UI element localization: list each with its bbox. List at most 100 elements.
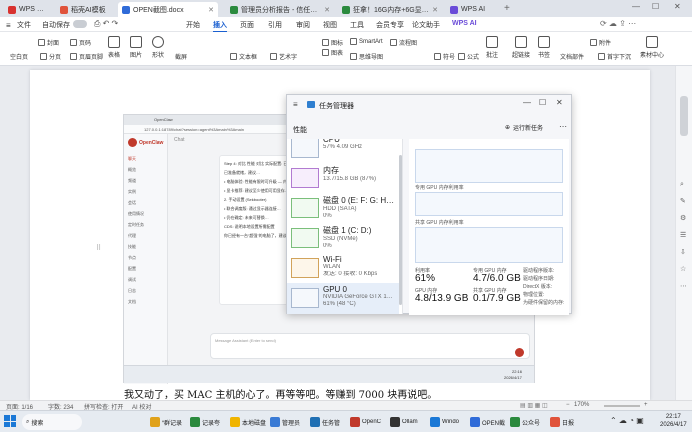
tab-16g-ram[interactable]: 狂拿！16G内存+6G显卡，Win11... ✕ xyxy=(338,2,442,17)
smartart-button[interactable]: SmartArt xyxy=(350,38,383,45)
menu-references[interactable]: 引用 xyxy=(268,20,282,30)
taskbar-app[interactable]: 记录夸 xyxy=(190,414,220,430)
shape-button[interactable]: 形状 xyxy=(152,36,164,59)
taskbar-app[interactable]: 日报 xyxy=(550,414,574,430)
tm-menu-icon[interactable]: ≡ xyxy=(293,100,298,109)
tm-list-scrollbar[interactable] xyxy=(399,155,402,305)
page-number-button[interactable]: 页码 xyxy=(70,38,91,47)
openclaw-nav-item[interactable]: 文档 xyxy=(128,299,136,305)
openclaw-nav-item[interactable]: 聊天 xyxy=(128,156,136,162)
page-break-button[interactable]: 分页 xyxy=(40,52,61,61)
zoom-slider[interactable] xyxy=(604,405,640,407)
tm-item-wifi[interactable]: Wi-Fi WLAN 发送: 0 接收: 0 Kbps xyxy=(287,253,399,285)
taskbar-app[interactable]: OpenC xyxy=(350,414,381,430)
flowchart-button[interactable]: 流程图 xyxy=(390,38,417,47)
close-tab-icon[interactable]: ✕ xyxy=(324,6,330,14)
hamburger-icon[interactable]: ≡ xyxy=(6,21,11,30)
tab-wps-ai[interactable]: WPS AI xyxy=(446,2,498,17)
tm-minimize-icon[interactable]: — xyxy=(523,98,531,107)
menu-member[interactable]: 会员专享 xyxy=(376,20,404,30)
close-window-icon[interactable]: ✕ xyxy=(674,2,681,11)
menu-insert[interactable]: 插入 xyxy=(213,20,227,33)
openclaw-nav-item[interactable]: 定时任务 xyxy=(128,222,144,228)
taskbar-search[interactable]: ⌕ 搜索 xyxy=(22,414,82,430)
taskbar-clock[interactable]: 22:17 2026/4/17 xyxy=(660,413,687,429)
symbol-button[interactable]: 符号 xyxy=(434,52,455,61)
menu-paper-assistant[interactable]: 论文助手 xyxy=(412,20,440,30)
taskbar-app[interactable]: 管理员 xyxy=(270,414,300,430)
openclaw-nav-item[interactable]: 代理 xyxy=(128,233,136,239)
tm-item-磁盘[interactable]: 磁盘 1 (C: D:) SSD (NVMe) 0% xyxy=(287,223,399,255)
quick-access-icons[interactable]: ⎙ ↶ ↷ xyxy=(94,19,118,29)
taskbar-app[interactable]: 本地磁盘 xyxy=(230,414,266,430)
document-parts-button[interactable]: 文档部件 xyxy=(560,52,584,61)
material-center-button[interactable]: 素材中心 xyxy=(640,36,664,59)
menu-wps-ai[interactable]: WPS AI xyxy=(452,20,477,27)
taskbar-app[interactable]: “群记录 xyxy=(150,414,182,430)
bookmark-button[interactable]: 书签 xyxy=(538,36,550,59)
vertical-scrollbar-thumb[interactable] xyxy=(680,96,688,136)
view-mode-icons[interactable]: ▤ ▥ ▦ ◫ xyxy=(520,402,548,409)
comment-button[interactable]: 批注 xyxy=(486,36,498,59)
openclaw-nav-item[interactable]: 调试 xyxy=(128,277,136,283)
openclaw-nav-item[interactable]: 频道 xyxy=(128,178,136,184)
openclaw-nav-item[interactable]: 配置 xyxy=(128,266,136,272)
openclaw-nav-item[interactable]: 节点 xyxy=(128,255,136,261)
drag-handle-icon[interactable]: ⠿ xyxy=(96,244,101,252)
tm-item-gpu[interactable]: GPU 0 NVIDIA GeForce GTX 1660 61% (48 °C) xyxy=(287,283,399,314)
mindmap-button[interactable]: 思维导图 xyxy=(350,52,383,61)
more-options-icon[interactable]: ⋯ xyxy=(559,122,567,131)
attachment-button[interactable]: 附件 xyxy=(590,38,611,47)
run-new-task-button[interactable]: ⊕ 运行新任务 xyxy=(505,123,543,132)
formula-button[interactable]: 公式 xyxy=(458,52,479,61)
menu-start[interactable]: 开始 xyxy=(186,20,200,30)
task-manager-window[interactable]: ≡ 任务管理器 — ☐ ✕ 性能 ⊕ 运行新任务 ⋯ CPU 57% 4.09 GH… xyxy=(286,94,572,315)
side-tool-icons[interactable]: ⌕ ✎ ⚙ ☰ ⇩ ☆ ⋯ xyxy=(680,176,687,295)
icon-button[interactable]: 图标 xyxy=(322,38,343,47)
toolbar-right-icons[interactable]: ⟳ ☁ ⇪ ⋯ xyxy=(600,19,636,28)
tab-wps-office[interactable]: WPS Office xyxy=(4,2,52,17)
picture-button[interactable]: 图片 xyxy=(130,36,142,59)
tm-close-icon[interactable]: ✕ xyxy=(556,98,563,107)
menu-tools[interactable]: 工具 xyxy=(350,20,364,30)
taskbar-app[interactable]: OPEN截 xyxy=(470,414,505,430)
openclaw-nav-item[interactable]: 使用情况 xyxy=(128,211,144,217)
wordart-button[interactable]: 艺术字 xyxy=(270,52,297,61)
openclaw-nav-item[interactable]: 日志 xyxy=(128,288,136,294)
tm-item-cpu[interactable]: CPU 57% 4.09 GHz xyxy=(287,139,399,165)
screenshot-button[interactable]: 截屏 xyxy=(175,52,187,61)
start-button[interactable] xyxy=(4,415,16,427)
send-button[interactable] xyxy=(515,348,524,357)
taskbar-app[interactable]: Ollam xyxy=(390,414,418,430)
autosave-toggle[interactable]: 自动保存 xyxy=(42,20,70,30)
openclaw-nav-item[interactable]: 实例 xyxy=(128,189,136,195)
taskbar-app[interactable]: 公众号 xyxy=(510,414,540,430)
openclaw-nav-item[interactable]: 概览 xyxy=(128,167,136,173)
taskbar-app[interactable]: 任务管 xyxy=(310,414,340,430)
close-tab-icon[interactable]: ✕ xyxy=(432,6,438,14)
openclaw-nav-item[interactable]: 技能 xyxy=(128,244,136,250)
table-button[interactable]: 表格 xyxy=(108,36,120,59)
header-footer-button[interactable]: 页眉页脚 xyxy=(70,52,103,61)
tab-open-screenshot-docx[interactable]: OPEN截图.docx ✕ xyxy=(118,2,218,17)
menu-file[interactable]: 文件 xyxy=(17,20,31,30)
hyperlink-button[interactable]: 超链接 xyxy=(512,36,530,59)
blank-page-button[interactable]: 空白页 xyxy=(10,52,28,61)
tab-admin-report[interactable]: 管理员分析报告 - 信任工程风险分析 ✕ xyxy=(226,2,334,17)
textbox-button[interactable]: 文本框 xyxy=(230,52,257,61)
menu-view[interactable]: 视图 xyxy=(323,20,337,30)
document-paragraph[interactable]: 我又动了，买 MAC 主机的心了。再等等吧。等赚到 7000 块再说吧。 xyxy=(124,386,437,401)
tab-docer-ai[interactable]: 稻壳AI模板 xyxy=(56,2,114,17)
tm-item-内存[interactable]: 内存 13.7/15.8 GB (87%) xyxy=(287,163,399,195)
menu-page[interactable]: 页面 xyxy=(240,20,254,30)
openclaw-nav-item[interactable]: 会话 xyxy=(128,200,136,206)
system-tray-icons[interactable]: ⌃ ☁ ◔ ▣ xyxy=(610,416,644,425)
cover-button[interactable]: 封面 xyxy=(38,38,59,47)
zoom-out-icon[interactable]: − xyxy=(566,402,570,408)
minimize-icon[interactable]: — xyxy=(632,2,640,11)
taskbar-app[interactable]: Windo xyxy=(430,414,459,430)
autosave-switch[interactable] xyxy=(73,20,87,28)
new-tab-icon[interactable]: + xyxy=(504,3,510,14)
chat-input[interactable]: Message Assistant (Enter to send) xyxy=(210,333,530,359)
zoom-level[interactable]: 170% xyxy=(574,402,589,408)
